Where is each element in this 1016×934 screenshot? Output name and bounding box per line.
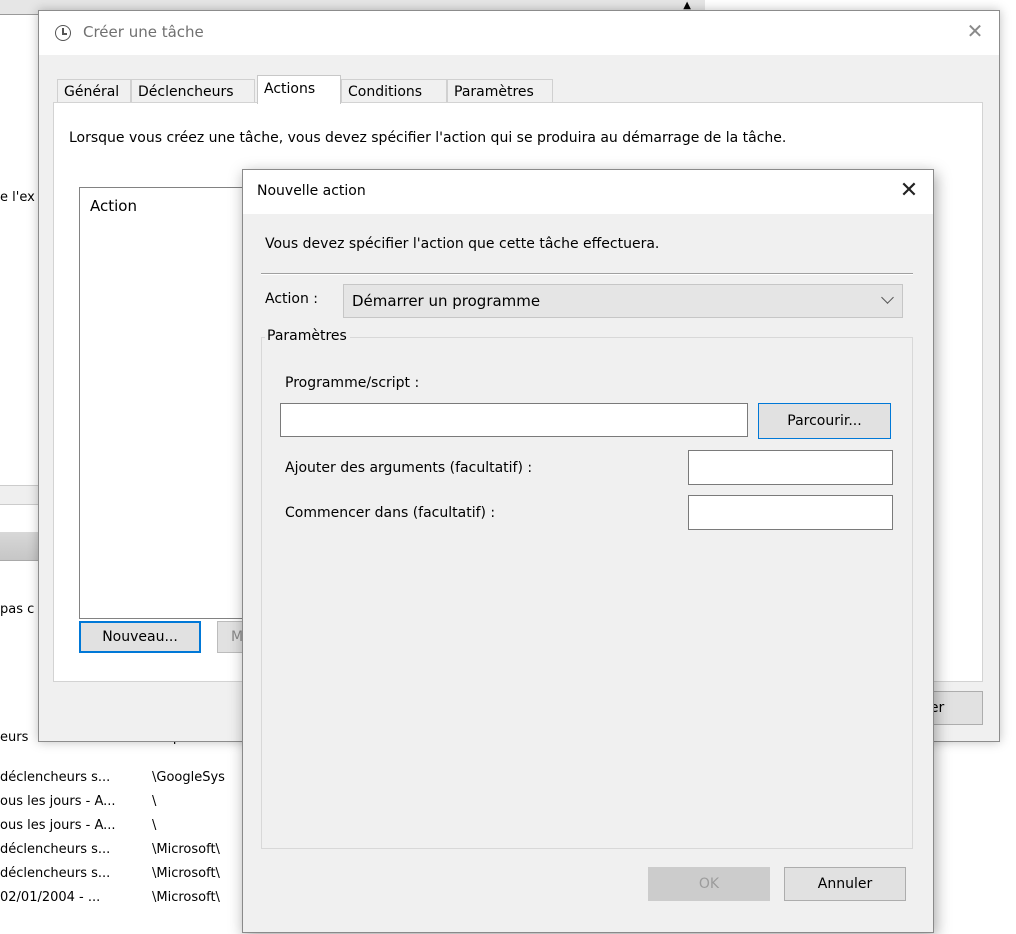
start-in-input[interactable]	[688, 495, 893, 530]
browse-button[interactable]: Parcourir...	[758, 403, 891, 439]
settings-group-label: Paramètres	[265, 328, 350, 344]
window-title: Créer une tâche	[83, 23, 204, 41]
cell-location: \Microsoft\	[152, 890, 220, 905]
actions-list[interactable]: Action	[79, 187, 251, 619]
cell-trigger: 02/01/2004 - ...	[0, 890, 101, 905]
program-script-label: Programme/script :	[285, 375, 420, 391]
close-icon[interactable]: ✕	[963, 19, 987, 43]
cell-trigger: ous les jours - A...	[0, 794, 116, 809]
cell-location: \	[152, 818, 157, 833]
action-type-value: Démarrer un programme	[352, 292, 541, 310]
arguments-label: Ajouter des arguments (facultatif) :	[285, 460, 533, 476]
cell-location: \Microsoft\	[152, 842, 220, 857]
chevron-down-icon	[881, 291, 894, 304]
cell-location: \Microsoft\	[152, 866, 220, 881]
program-script-input[interactable]	[280, 403, 748, 437]
cancel-button[interactable]: Annuler	[784, 867, 906, 901]
dialog-instruction: Vous devez spécifier l'action que cette …	[265, 236, 660, 252]
clock-icon	[55, 25, 71, 41]
separator	[261, 273, 913, 275]
tab-settings[interactable]: Paramètres	[447, 79, 553, 103]
close-icon[interactable]: ✕	[897, 178, 921, 203]
cell-trigger: ous les jours - A...	[0, 818, 116, 833]
cell-trigger: déclencheurs s...	[0, 866, 111, 881]
tab-conditions[interactable]: Conditions	[341, 79, 447, 103]
cell-location: \GoogleSys	[152, 770, 225, 785]
tab-actions[interactable]: Actions	[257, 75, 341, 104]
background-horizontal-scrollbar[interactable]	[0, 485, 40, 505]
background-panel-header	[0, 532, 40, 561]
new-action-dialog: Nouvelle action ✕ Vous devez spécifier l…	[242, 169, 934, 933]
create-task-titlebar[interactable]: Créer une tâche ✕	[39, 11, 999, 55]
action-type-select[interactable]: Démarrer un programme	[343, 284, 903, 318]
action-label: Action :	[265, 291, 319, 307]
start-in-label: Commencer dans (facultatif) :	[285, 505, 496, 521]
actions-description: Lorsque vous créez une tâche, vous devez…	[69, 130, 787, 146]
background-text-fragment: pas c	[0, 602, 35, 617]
arguments-input[interactable]	[688, 450, 893, 485]
new-action-titlebar[interactable]: Nouvelle action ✕	[243, 170, 933, 214]
tab-triggers[interactable]: Déclencheurs	[131, 79, 255, 103]
ok-button[interactable]: OK	[648, 867, 770, 901]
column-header-triggers[interactable]: eurs	[0, 730, 28, 745]
new-action-button[interactable]: Nouveau...	[79, 621, 201, 653]
column-header-action[interactable]: Action	[90, 197, 137, 215]
cell-location: \	[152, 794, 157, 809]
cell-trigger: déclencheurs s...	[0, 842, 111, 857]
cell-trigger: déclencheurs s...	[0, 770, 111, 785]
dialog-title: Nouvelle action	[257, 183, 366, 199]
tab-general[interactable]: Général	[57, 79, 131, 103]
background-text-fragment: e l'ex	[0, 190, 35, 205]
